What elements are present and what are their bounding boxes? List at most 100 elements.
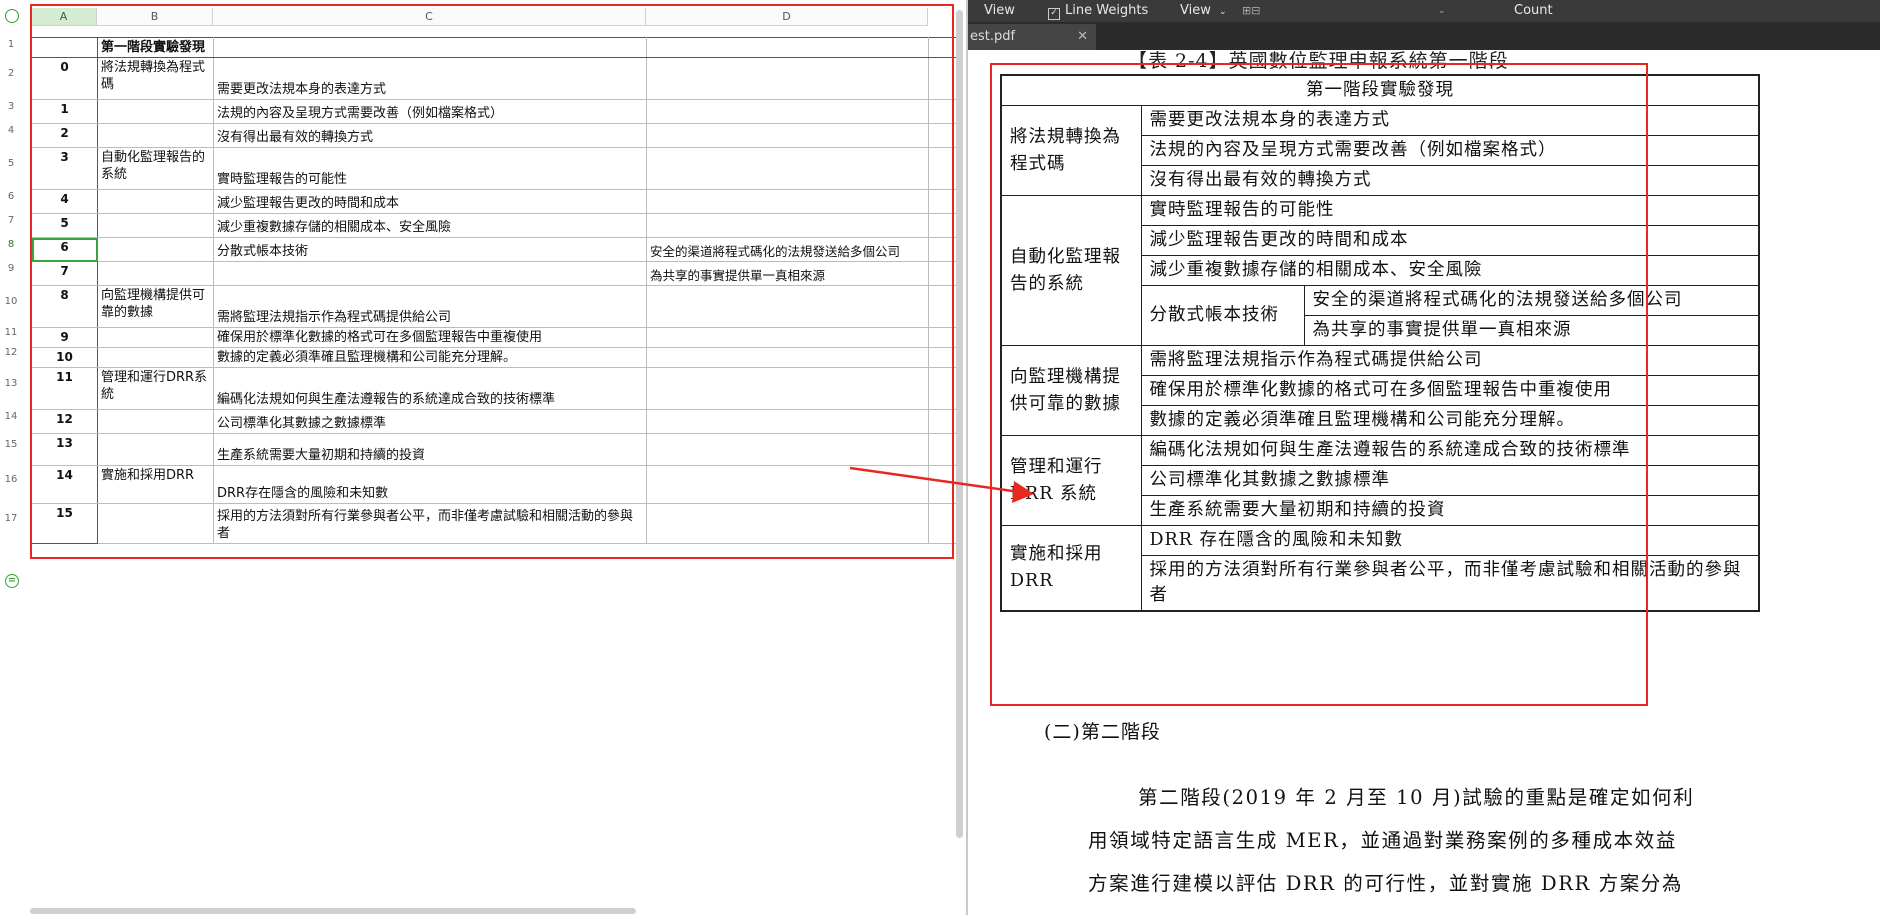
- finding-cell[interactable]: 減少重複數據存儲的相關成本、安全風險: [213, 213, 647, 238]
- category-cell[interactable]: [97, 123, 214, 148]
- row-number[interactable]: 17: [0, 513, 22, 527]
- detail-cell[interactable]: [646, 409, 929, 434]
- index-cell[interactable]: 14: [31, 465, 98, 504]
- index-cell[interactable]: 12: [31, 409, 98, 434]
- detail-cell[interactable]: [646, 465, 929, 504]
- index-cell[interactable]: 3: [31, 147, 98, 190]
- cell[interactable]: [928, 261, 959, 286]
- index-cell[interactable]: 4: [31, 189, 98, 214]
- cell[interactable]: [928, 367, 959, 410]
- finding-cell[interactable]: 需要更改法規本身的表達方式: [213, 57, 647, 100]
- detail-cell[interactable]: [646, 123, 929, 148]
- detail-cell[interactable]: [646, 57, 929, 100]
- category-cell[interactable]: [97, 189, 214, 214]
- column-header-d[interactable]: D: [646, 8, 928, 26]
- detail-cell[interactable]: 為共享的事實提供單一真相來源: [646, 261, 929, 286]
- tab-pdf-file[interactable]: est.pdf ✕: [968, 24, 1096, 50]
- column-header-a[interactable]: A: [31, 8, 97, 26]
- row-number[interactable]: 13: [0, 378, 22, 392]
- cell[interactable]: [928, 285, 959, 328]
- header-cell[interactable]: 第一階段實驗發現: [97, 37, 214, 58]
- cell[interactable]: [928, 347, 959, 368]
- row-number[interactable]: 12: [0, 347, 22, 361]
- count-menu[interactable]: Count: [1514, 2, 1553, 20]
- cell[interactable]: [928, 147, 959, 190]
- detail-cell[interactable]: [646, 433, 929, 466]
- row-number[interactable]: 2: [0, 68, 22, 82]
- row-number[interactable]: 5: [0, 158, 22, 172]
- finding-cell[interactable]: 數據的定義必須準確且監理機構和公司能充分理解。: [213, 347, 647, 368]
- row-number[interactable]: 10: [0, 296, 22, 310]
- row-number[interactable]: 3: [0, 101, 22, 115]
- category-cell[interactable]: [97, 237, 214, 262]
- detail-cell[interactable]: [646, 347, 929, 368]
- view-dropdown[interactable]: View ⌄: [1180, 2, 1227, 21]
- category-cell[interactable]: [97, 213, 214, 238]
- cell[interactable]: [928, 465, 959, 504]
- row-number[interactable]: 7: [0, 215, 22, 229]
- category-cell[interactable]: 自動化監理報告的系統: [97, 147, 214, 190]
- index-cell[interactable]: 2: [31, 123, 98, 148]
- index-cell[interactable]: 10: [31, 347, 98, 368]
- index-cell[interactable]: 9: [31, 327, 98, 348]
- cell[interactable]: [928, 37, 959, 58]
- cell[interactable]: [928, 123, 959, 148]
- finding-cell[interactable]: 確保用於標準化數據的格式可在多個監理報告中重複使用: [213, 327, 647, 348]
- cell[interactable]: [646, 37, 929, 58]
- row-number[interactable]: 14: [0, 411, 22, 425]
- finding-cell[interactable]: 公司標準化其數據之數據標準: [213, 409, 647, 434]
- row-number[interactable]: 16: [0, 474, 22, 488]
- cell[interactable]: [31, 37, 98, 58]
- spreadsheet-grid[interactable]: 第一階段實驗發現 0 將法規轉換為程式碼 需要更改法規本身的表達方式 1 法規的內容及呈現…: [31, 37, 959, 544]
- index-cell[interactable]: 8: [31, 285, 98, 328]
- finding-cell[interactable]: 編碼化法規如何與生產法遵報告的系統達成合致的技術標準: [213, 367, 647, 410]
- column-header-c[interactable]: C: [213, 8, 646, 26]
- index-cell[interactable]: 1: [31, 99, 98, 124]
- detail-cell[interactable]: [646, 327, 929, 348]
- grid-view-icon[interactable]: ⊞⊟: [1242, 2, 1260, 20]
- horizontal-scrollbar[interactable]: [30, 908, 636, 914]
- row-number[interactable]: 1: [0, 39, 22, 53]
- index-cell[interactable]: 5: [31, 213, 98, 238]
- line-weights-toggle[interactable]: ✓ Line Weights: [1048, 2, 1148, 20]
- category-cell[interactable]: [97, 503, 214, 544]
- category-cell[interactable]: [97, 409, 214, 434]
- index-cell[interactable]: 7: [31, 261, 98, 286]
- finding-cell[interactable]: 分散式帳本技術: [213, 237, 647, 262]
- category-cell[interactable]: [97, 327, 214, 348]
- view-menu[interactable]: View: [984, 2, 1015, 20]
- detail-cell[interactable]: [646, 285, 929, 328]
- category-cell[interactable]: 將法規轉換為程式碼: [97, 57, 214, 100]
- cell[interactable]: [928, 327, 959, 348]
- row-number[interactable]: 8: [0, 239, 22, 253]
- detail-cell[interactable]: [646, 99, 929, 124]
- category-cell[interactable]: 管理和運行DRR系統: [97, 367, 214, 410]
- cell[interactable]: [928, 213, 959, 238]
- finding-cell[interactable]: 生產系統需要大量初期和持續的投資: [213, 433, 647, 466]
- cell[interactable]: [928, 57, 959, 100]
- category-cell[interactable]: [97, 99, 214, 124]
- finding-cell[interactable]: 沒有得出最有效的轉換方式: [213, 123, 647, 148]
- cell[interactable]: [213, 37, 647, 58]
- cell[interactable]: [928, 99, 959, 124]
- finding-cell[interactable]: DRR存在隱含的風險和未知數: [213, 465, 647, 504]
- cell[interactable]: [928, 409, 959, 434]
- vertical-scrollbar[interactable]: [956, 10, 963, 838]
- close-icon[interactable]: ✕: [1077, 24, 1088, 50]
- index-cell[interactable]: 15: [31, 503, 98, 544]
- spreadsheet-pane[interactable]: A B C D 1 2 3 4 5 6 7 8 9 10 11 12 13 14 15 16 17 第一階段實驗…: [0, 0, 966, 915]
- cell[interactable]: [928, 189, 959, 214]
- index-cell[interactable]: 13: [31, 433, 98, 466]
- category-cell[interactable]: 向監理機構提供可靠的數據: [97, 285, 214, 328]
- finding-cell[interactable]: 法規的內容及呈現方式需要改善（例如檔案格式）: [213, 99, 647, 124]
- detail-cell[interactable]: [646, 189, 929, 214]
- finding-cell[interactable]: [213, 261, 647, 286]
- index-cell[interactable]: 11: [31, 367, 98, 410]
- finding-cell[interactable]: 採用的方法須對所有行業參與者公平，而非僅考慮試驗和相關活動的參與者: [213, 503, 647, 544]
- row-number[interactable]: 4: [0, 125, 22, 139]
- index-cell[interactable]: 6: [31, 237, 98, 262]
- column-header-b[interactable]: B: [97, 8, 213, 26]
- cell[interactable]: [928, 237, 959, 262]
- finding-cell[interactable]: 實時監理報告的可能性: [213, 147, 647, 190]
- category-cell[interactable]: [97, 261, 214, 286]
